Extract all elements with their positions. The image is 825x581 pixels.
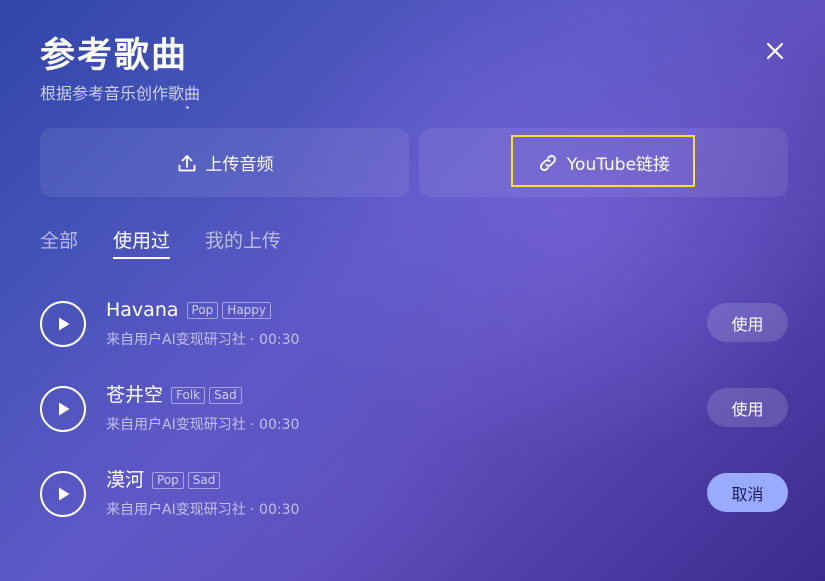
highlight-frame [511,135,695,187]
close-icon [766,42,784,60]
cancel-button[interactable]: 取消 [707,473,788,512]
song-name: 苍井空 [106,384,164,406]
song-row: 苍井空 Folk Sad 来自用户AI变现研习社 · 00:30 使用 [40,384,788,438]
tab-used[interactable]: 使用过 [113,228,171,259]
use-button[interactable]: 使用 [707,388,788,427]
play-button[interactable] [40,386,86,432]
genre-tag: Pop [152,471,184,489]
upload-audio-button[interactable]: 上传音频 [40,128,409,197]
song-meta: 来自用户AI变现研习社 · 00:30 [106,502,300,518]
song-title-line: Havana Pop Happy [106,297,275,323]
song-meta: 来自用户AI变现研习社 · 00:30 [106,332,300,348]
mood-tag: Sad [209,386,242,404]
mood-tag: Happy [222,301,272,319]
play-icon [59,402,70,416]
song-name: 漠河 [106,469,145,491]
play-button[interactable] [40,301,86,347]
play-icon [59,487,70,501]
play-icon [59,317,70,331]
genre-tag: Pop [186,301,219,319]
tab-my-uploads[interactable]: 我的上传 [205,228,281,254]
upload-icon [178,154,195,171]
mood-tag: Sad [187,471,221,489]
filter-tabs: 全部 使用过 我的上传 [40,228,316,259]
page-subtitle: 根据参考音乐创作歌曲 [40,84,201,103]
genre-tag: Folk [171,386,206,404]
song-row: Havana Pop Happy 来自用户AI变现研习社 · 00:30 使用 [40,299,788,353]
play-button[interactable] [40,471,86,517]
use-button[interactable]: 使用 [707,303,788,342]
tab-all[interactable]: 全部 [40,228,78,254]
upload-audio-label: 上传音频 [205,155,274,175]
song-title-line: 苍井空 Folk Sad [106,382,246,408]
decorative-dot [186,106,189,109]
song-title-line: 漠河 Pop Sad [106,467,224,493]
song-meta: 来自用户AI变现研习社 · 00:30 [106,417,300,433]
song-row: 漠河 Pop Sad 来自用户AI变现研习社 · 00:30 取消 [40,469,788,523]
close-button[interactable] [762,38,788,64]
song-name: Havana [106,299,179,321]
page-title: 参考歌曲 [40,36,189,76]
